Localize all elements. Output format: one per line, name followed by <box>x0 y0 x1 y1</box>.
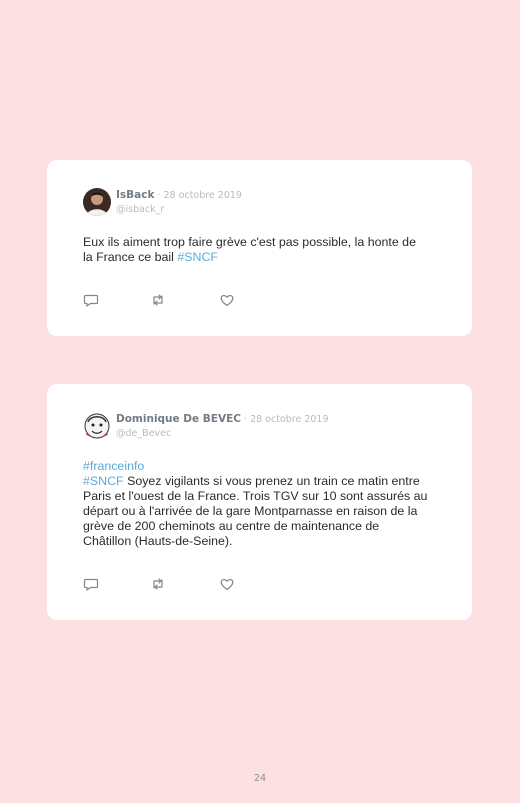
meta-separator: · <box>241 414 251 425</box>
tweet-card: IsBack · 28 octobre 2019 @isback_r Eux i… <box>47 160 472 336</box>
author-name[interactable]: Dominique De BEVEC <box>116 413 241 425</box>
user-photo-avatar-icon <box>83 188 111 216</box>
tweet-card: Dominique De BEVEC · 28 octobre 2019 @de… <box>47 384 472 620</box>
tweet-date[interactable]: 28 octobre 2019 <box>164 190 242 201</box>
avatar[interactable] <box>83 412 111 440</box>
page-number: 24 <box>253 773 267 784</box>
tweet-text: Eux ils aiment trop faire grève c'est pa… <box>83 235 428 265</box>
tweet-actions <box>83 576 243 592</box>
tweet-actions <box>83 292 243 308</box>
cartoon-avatar-icon <box>83 412 111 440</box>
retweet-icon[interactable] <box>150 292 166 308</box>
tweet-text-content: Eux ils aiment trop faire grève c'est pa… <box>83 235 416 264</box>
reply-icon[interactable] <box>83 292 99 308</box>
author-name[interactable]: IsBack <box>116 189 154 201</box>
retweet-icon[interactable] <box>150 576 166 592</box>
like-icon[interactable] <box>219 576 235 592</box>
tweet-text: #franceinfo #SNCF Soyez vigilants si vou… <box>83 459 428 549</box>
hashtag-link[interactable]: #franceinfo <box>83 459 144 473</box>
hashtag-link[interactable]: #SNCF <box>83 474 124 488</box>
reply-icon[interactable] <box>83 576 99 592</box>
tweet-date[interactable]: 28 octobre 2019 <box>250 414 328 425</box>
avatar[interactable] <box>83 188 111 216</box>
author-handle[interactable]: @isback_r <box>116 203 242 217</box>
author-handle[interactable]: @de_Bevec <box>116 427 329 441</box>
hashtag-link[interactable]: #SNCF <box>177 250 218 264</box>
tweet-text-content: Soyez vigilants si vous prenez un train … <box>83 474 428 548</box>
meta-separator: · <box>154 190 164 201</box>
like-icon[interactable] <box>219 292 235 308</box>
